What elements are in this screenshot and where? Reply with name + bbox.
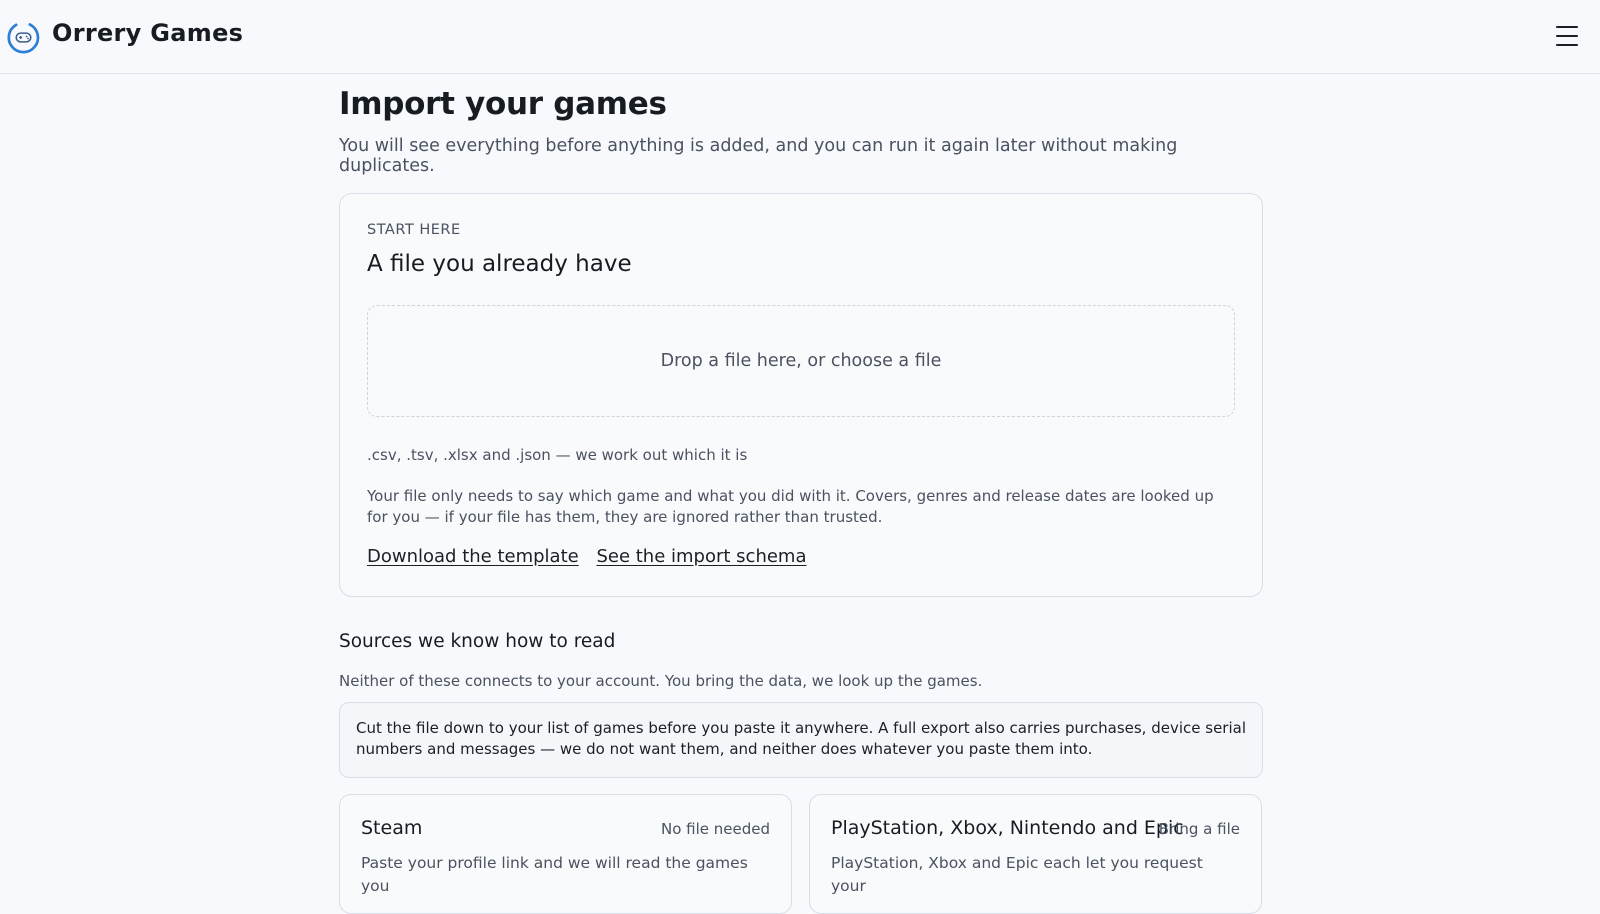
download-template-link[interactable]: Download the template — [367, 546, 579, 567]
file-dropzone[interactable]: Drop a file here, or choose a file — [367, 305, 1235, 417]
file-help-links: Download the template See the import sch… — [367, 546, 819, 567]
file-requirements-note: Your file only needs to say which game a… — [367, 487, 1214, 526]
supported-formats-note: .csv, .tsv, .xlsx and .json — we work ou… — [367, 446, 748, 464]
page-lede: You will see everything before anything … — [339, 136, 1178, 176]
page-title: Import your games — [339, 86, 667, 122]
sources-subtitle: Neither of these connects to your accoun… — [339, 672, 983, 690]
source-card-steam[interactable]: Steam No file needed Paste your profile … — [339, 794, 792, 914]
source-description: PlayStation, Xbox and Epic each let you … — [831, 854, 1203, 895]
import-schema-link[interactable]: See the import schema — [596, 546, 806, 567]
gamepad-orbit-icon[interactable] — [6, 20, 41, 55]
source-badge: No file needed — [660, 820, 770, 838]
privacy-notice: Cut the file down to your list of games … — [339, 702, 1263, 778]
source-description: Paste your profile link and we will read… — [361, 854, 748, 895]
hamburger-menu-icon[interactable] — [1556, 26, 1578, 46]
file-import-card: START HERE A file you already have Drop … — [339, 193, 1263, 597]
source-name: PlayStation, Xbox, Nintendo and Epic — [831, 817, 1184, 839]
source-card-consoles[interactable]: PlayStation, Xbox, Nintendo and Epic Bri… — [809, 794, 1262, 914]
file-import-title: A file you already have — [367, 251, 632, 277]
import-page: Import your games You will see everythin… — [339, 86, 1263, 914]
brand-name[interactable]: Orrery Games — [52, 19, 243, 47]
sources-heading: Sources we know how to read — [339, 631, 616, 652]
source-badge: Bring a file — [1158, 820, 1240, 838]
source-name: Steam — [361, 817, 423, 839]
top-navigation-bar: Orrery Games — [0, 0, 1600, 74]
start-here-eyebrow: START HERE — [367, 222, 461, 238]
